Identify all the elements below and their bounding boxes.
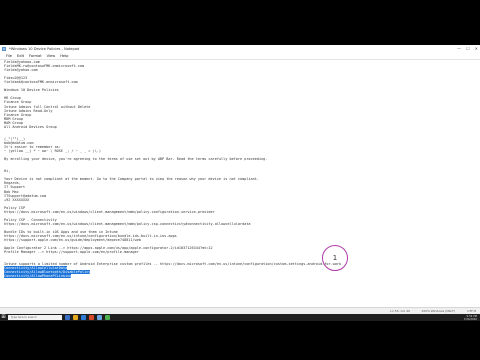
line-text: https://docs.microsoft.com/en-us/windows… xyxy=(4,221,251,226)
menu-edit[interactable]: Edit xyxy=(17,53,24,59)
maximize-icon[interactable]: ☐ xyxy=(466,45,470,53)
line-text: By enrolling your device, you're agreein… xyxy=(4,157,268,162)
text-editor[interactable]: Fields@yahooo.com FieldsMK-rw@contosoFMK.… xyxy=(0,60,480,308)
line-text: fields@yahoo.com xyxy=(4,68,38,73)
store-icon[interactable] xyxy=(105,315,110,320)
menu-help[interactable]: Help xyxy=(60,53,68,59)
minimize-icon[interactable]: — xyxy=(457,45,461,53)
notepad-taskbar-icon[interactable] xyxy=(97,315,102,320)
menu-view[interactable]: View xyxy=(47,53,56,59)
line-text: Connectivity/AllowPhonePCLinking xyxy=(4,274,72,279)
file-explorer-icon[interactable] xyxy=(73,315,78,320)
task-view-icon[interactable] xyxy=(65,315,70,320)
notepad-icon xyxy=(2,47,6,51)
line-text: https://support.apple.com/en-us/guide/de… xyxy=(4,238,141,243)
clock-date: 7/24/2020 xyxy=(463,317,477,321)
line-text: Windows 10 Device Policies xyxy=(4,88,59,93)
line-text: fieldsmk@contosoFMK.onmicrosoft.com xyxy=(4,80,78,85)
title-bar: *Windows 10 Device Policies - Notepad — … xyxy=(0,45,480,53)
status-bar: Ln 53, Col 40 100% Windows (CRLF) UTF-8 xyxy=(0,307,480,314)
line-text: Profile Manager --> https://support.appl… xyxy=(4,250,139,255)
menu-format[interactable]: Format xyxy=(29,53,42,59)
windows-start-icon[interactable]: ⊞ xyxy=(0,314,7,321)
taskbar-search-input[interactable]: Type here to search xyxy=(8,315,62,320)
line-text: https://docs.microsoft.com/en-us/windows… xyxy=(4,209,215,214)
step-number: 1 xyxy=(332,253,338,262)
line-text: ~ (yellow __) * ~ ow~ \ ROSE _; / ~ _ _ … xyxy=(4,149,101,154)
click-indicator: 1 xyxy=(322,245,348,271)
edge-icon[interactable] xyxy=(81,315,86,320)
notepad-window: *Windows 10 Device Policies - Notepad — … xyxy=(0,45,480,314)
menu-file[interactable]: File xyxy=(6,53,12,59)
line-text: Your Device is not compliant at the mome… xyxy=(4,177,259,182)
window-title: *Windows 10 Device Policies - Notepad xyxy=(9,47,80,51)
line-text: Hi, xyxy=(4,169,11,174)
taskbar: ⊞ Type here to search 9:54 PM 7/24/2020 xyxy=(0,314,480,321)
system-tray[interactable]: 9:54 PM 7/24/2020 xyxy=(464,315,477,321)
selected-text-line[interactable]: Connectivity/AllowPhonePCLinking xyxy=(4,274,480,279)
close-icon[interactable]: ✕ xyxy=(475,45,478,53)
line-text: +92 XXXXXXXX xyxy=(4,197,30,202)
line-text: All Android Devices Group xyxy=(4,124,57,129)
window-controls: — ☐ ✕ xyxy=(457,45,478,53)
office-icon[interactable] xyxy=(89,315,94,320)
menu-bar: File Edit Format View Help xyxy=(0,53,480,60)
